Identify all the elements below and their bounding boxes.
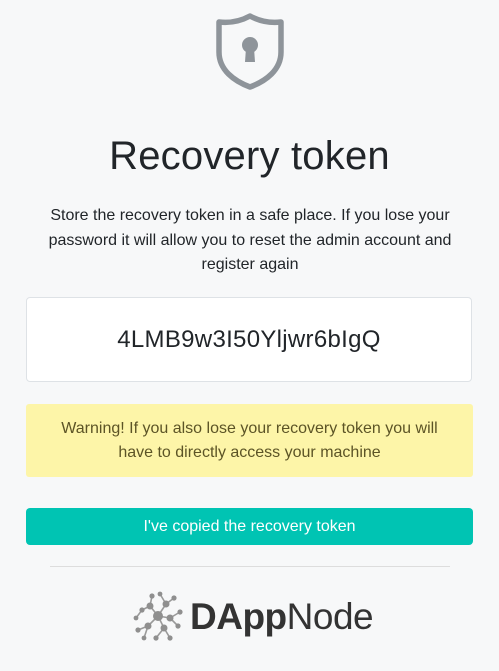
- warning-alert: Warning! If you also lose your recovery …: [26, 404, 473, 477]
- recovery-token-page: Recovery token Store the recovery token …: [0, 0, 499, 671]
- logo-suffix: Node: [286, 596, 374, 637]
- copied-token-button[interactable]: I've copied the recovery token: [26, 508, 473, 545]
- dappnode-wordmark: DAppNode: [190, 588, 374, 646]
- instructions-text: Store the recovery token in a safe place…: [48, 207, 452, 273]
- footer-divider: [50, 566, 450, 567]
- recovery-token-box: 4LMB9w3I50Yljwr6bIgQ: [26, 297, 472, 382]
- warning-text: Warning! If you also lose your recovery …: [61, 419, 438, 461]
- logo-prefix: DApp: [190, 596, 287, 637]
- page-title: Recovery token: [109, 134, 390, 178]
- dappnode-logo: DAppNode: [130, 588, 374, 646]
- recovery-token-value[interactable]: 4LMB9w3I50Yljwr6bIgQ: [117, 326, 380, 354]
- shield-keyhole-icon: [216, 13, 284, 90]
- dappnode-network-icon: [133, 591, 183, 641]
